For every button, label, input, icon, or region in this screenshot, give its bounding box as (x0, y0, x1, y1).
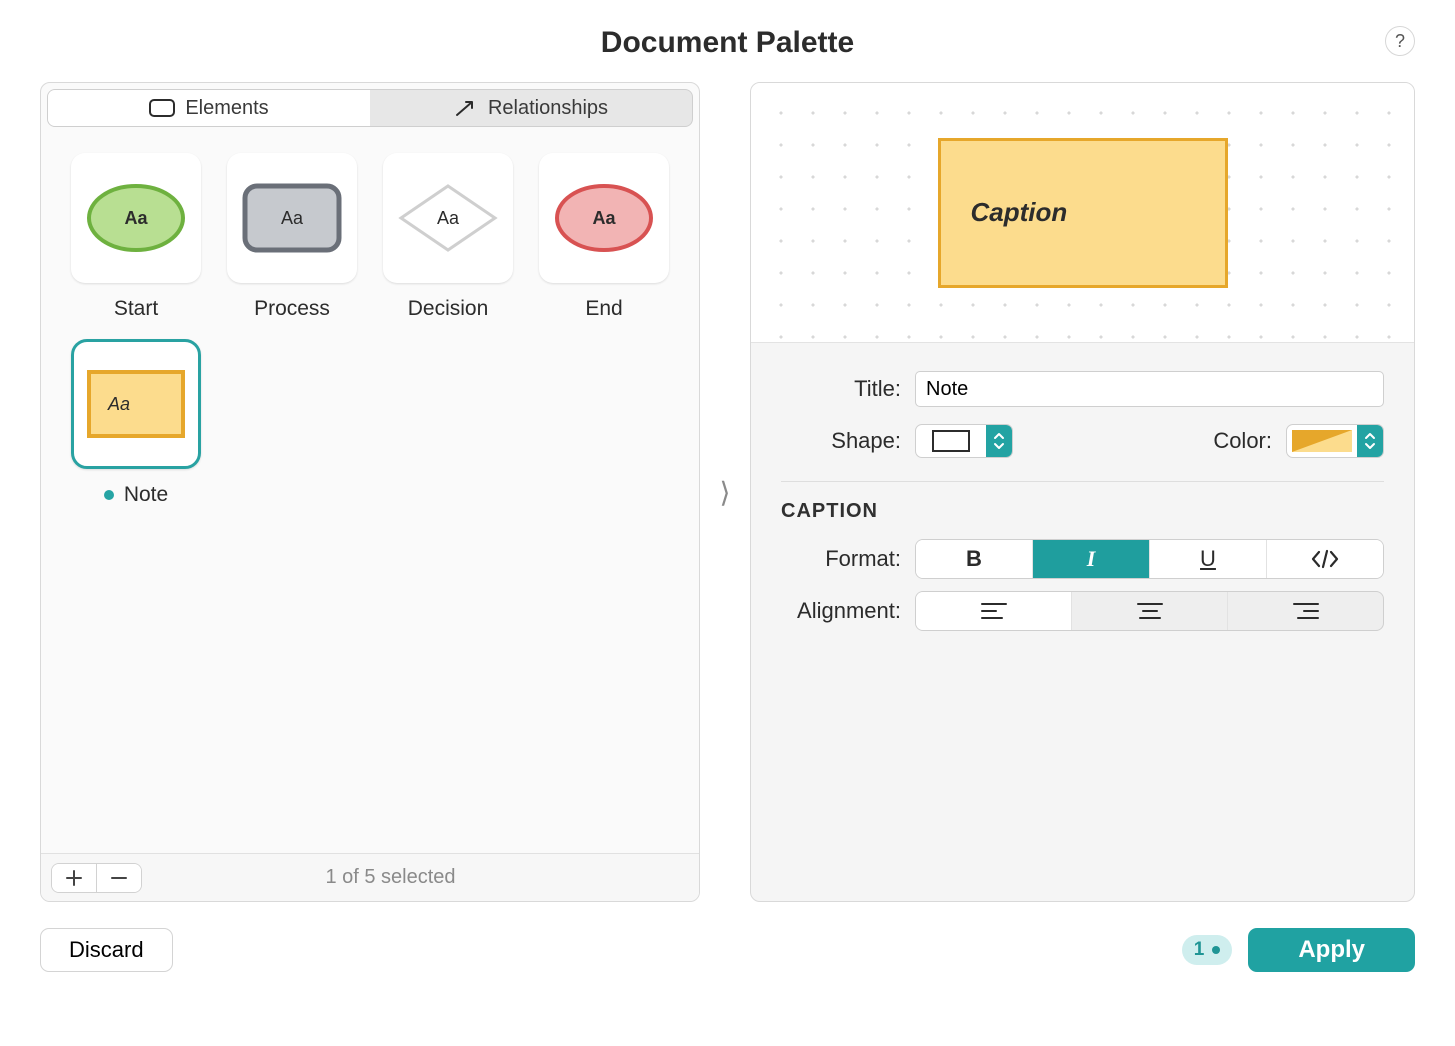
align-left-icon (981, 602, 1007, 620)
help-button[interactable]: ? (1385, 26, 1415, 56)
color-swatch (1287, 430, 1357, 452)
properties-panel: Caption Title: Shape: (750, 82, 1415, 902)
window-title: Document Palette (40, 26, 1415, 60)
align-center-button[interactable] (1072, 592, 1228, 630)
title-label: Title: (781, 376, 901, 402)
remove-element-button[interactable] (97, 864, 141, 892)
element-label-end: End (585, 297, 622, 321)
row-format: Format: B I U (781, 533, 1384, 585)
elements-grid: Aa Start Aa Process Aa Decision Aa End Aa Note (41, 127, 699, 853)
discard-button[interactable]: Discard (40, 928, 173, 972)
svg-text:Aa: Aa (124, 208, 148, 228)
element-tile-note[interactable]: Aa (71, 339, 201, 469)
tab-relationships-label: Relationships (488, 97, 608, 120)
bottom-bar: Discard 1 Apply (40, 928, 1415, 972)
updown-icon (993, 431, 1005, 451)
tab-elements[interactable]: Elements (48, 90, 370, 126)
element-label-note: Note (104, 483, 168, 507)
tab-relationships[interactable]: Relationships (370, 90, 692, 126)
add-element-button[interactable] (52, 864, 96, 892)
format-italic-button[interactable]: I (1033, 540, 1150, 578)
color-stepper[interactable] (1357, 425, 1383, 457)
element-label-text: Note (124, 483, 168, 506)
shape-select[interactable] (915, 424, 1013, 458)
preview-caption: Caption (971, 197, 1068, 228)
row-shape-color: Shape: Color: (781, 415, 1384, 467)
element-cell-start: Aa Start (67, 153, 205, 321)
alignment-label: Alignment: (781, 598, 901, 624)
element-tile-start[interactable]: Aa (71, 153, 201, 283)
svg-text:Aa: Aa (107, 394, 130, 414)
plus-icon (66, 870, 82, 886)
apply-button[interactable]: Apply (1248, 928, 1415, 972)
panel-resize-handle[interactable]: ⟩ (716, 82, 734, 902)
element-label-process: Process (254, 297, 330, 321)
svg-text:Aa: Aa (592, 208, 616, 228)
preview-canvas: Caption (751, 83, 1414, 343)
main-columns: Elements Relationships AaStartAaProcessA… (40, 82, 1415, 902)
modified-dot-icon (104, 490, 114, 500)
align-right-icon (1293, 602, 1319, 620)
caption-section-heading: CAPTION (781, 500, 1384, 523)
pending-changes-badge: 1 (1182, 935, 1233, 965)
arrow-icon (454, 98, 478, 118)
palette-type-segmented: Elements Relationships (47, 89, 693, 127)
format-label: Format: (781, 546, 901, 572)
elements-panel: Elements Relationships AaStartAaProcessA… (40, 82, 700, 902)
pending-changes-count: 1 (1194, 939, 1205, 961)
align-center-icon (1137, 602, 1163, 620)
element-label-start: Start (114, 297, 158, 321)
element-label-text: Decision (408, 297, 489, 320)
shape-stepper[interactable] (986, 425, 1012, 457)
color-select[interactable] (1286, 424, 1384, 458)
element-tile-decision[interactable]: Aa (383, 153, 513, 283)
element-cell-end: Aa End (535, 153, 673, 321)
alignment-button-group (915, 591, 1384, 631)
element-tile-process[interactable]: Aa (227, 153, 357, 283)
code-icon (1310, 549, 1340, 569)
rectangle-icon (149, 99, 175, 117)
element-tile-end[interactable]: Aa (539, 153, 669, 283)
align-left-button[interactable] (916, 592, 1072, 630)
shape-swatch (916, 430, 986, 452)
format-button-group: B I U (915, 539, 1384, 579)
element-label-text: Start (114, 297, 158, 320)
selection-status: 1 of 5 selected (142, 866, 699, 889)
element-cell-note: Aa Note (67, 339, 205, 507)
title-row: Document Palette ? (40, 26, 1415, 60)
section-divider (781, 481, 1384, 482)
dot-icon (1212, 946, 1220, 954)
align-right-button[interactable] (1228, 592, 1383, 630)
format-code-button[interactable] (1267, 540, 1383, 578)
right-actions: 1 Apply (1182, 928, 1415, 972)
color-label: Color: (1192, 428, 1272, 454)
format-underline-button[interactable]: U (1150, 540, 1267, 578)
format-bold-button[interactable]: B (916, 540, 1033, 578)
add-remove-group (51, 863, 142, 893)
properties-form: Title: Shape: Color: (751, 343, 1414, 657)
element-cell-process: Aa Process (223, 153, 361, 321)
element-label-text: End (585, 297, 622, 320)
elements-footer: 1 of 5 selected (41, 853, 699, 901)
element-cell-decision: Aa Decision (379, 153, 517, 321)
row-title: Title: (781, 363, 1384, 415)
preview-shape: Caption (938, 138, 1228, 288)
document-palette-window: Document Palette ? Elements Relationship… (0, 0, 1455, 1046)
element-label-decision: Decision (408, 297, 489, 321)
shape-label: Shape: (781, 428, 901, 454)
element-label-text: Process (254, 297, 330, 320)
title-input[interactable] (915, 371, 1384, 407)
minus-icon (111, 870, 127, 886)
help-icon: ? (1395, 31, 1405, 52)
updown-icon (1364, 431, 1376, 451)
svg-text:Aa: Aa (281, 208, 304, 228)
svg-text:Aa: Aa (437, 208, 460, 228)
tab-elements-label: Elements (185, 97, 268, 120)
row-alignment: Alignment: (781, 585, 1384, 637)
